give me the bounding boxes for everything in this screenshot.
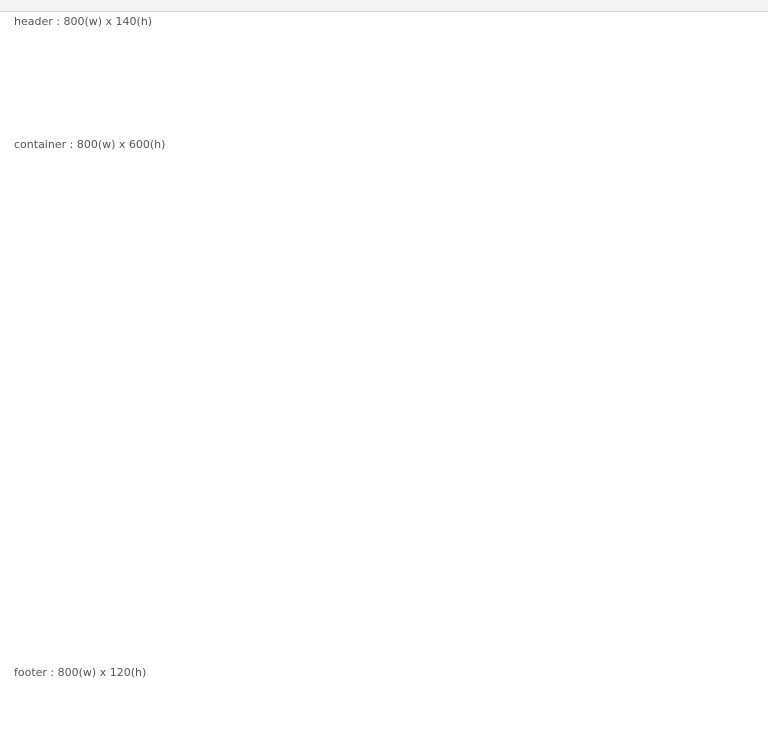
container-section: container : 800(w) x 600(h) xyxy=(14,138,754,663)
browser-top-bar xyxy=(0,0,768,12)
container-label: container : 800(w) x 600(h) xyxy=(14,138,166,151)
header-label: header : 800(w) x 140(h) xyxy=(14,15,153,28)
page-viewport: header : 800(w) x 140(h) container : 800… xyxy=(0,12,768,749)
footer-section: footer : 800(w) x 120(h) xyxy=(14,666,754,746)
header-section: header : 800(w) x 140(h) xyxy=(14,15,754,135)
footer-label: footer : 800(w) x 120(h) xyxy=(14,666,147,679)
